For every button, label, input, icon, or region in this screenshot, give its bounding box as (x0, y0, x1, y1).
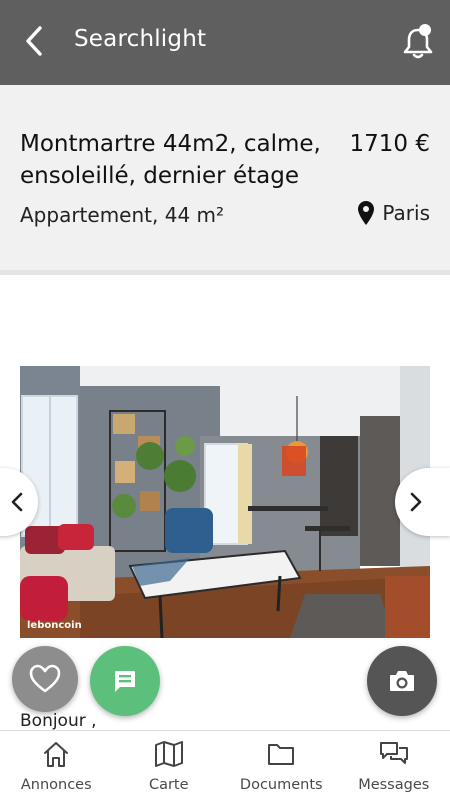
app-title: Searchlight (74, 26, 207, 52)
listing-price: 1710 € (349, 131, 430, 157)
bottom-navigation: Annonces Carte Documents Messages (0, 730, 450, 800)
nav-label-annonces: Annonces (20, 777, 92, 793)
nav-label-documents: Documents (239, 777, 323, 793)
chat-icon (115, 671, 135, 692)
listing-summary: Montmartre 44m2, calme, ensoleillé, dern… (0, 85, 450, 270)
photo-watermark: leboncoin (27, 620, 82, 631)
message-button[interactable] (90, 646, 160, 716)
listing-location: Paris (358, 201, 430, 225)
listing-photo[interactable]: leboncoin (20, 366, 430, 638)
app-header: Searchlight (0, 0, 450, 85)
apartment-photo (20, 366, 430, 638)
listing-type: Appartement, 44 m² (20, 203, 225, 227)
nav-item-carte[interactable]: Carte (113, 731, 226, 800)
location-label: Paris (382, 201, 430, 225)
camera-icon (390, 671, 414, 691)
map-icon (154, 741, 183, 767)
location-pin-icon (358, 201, 375, 225)
listing-title: Montmartre 44m2, calme, ensoleillé, dern… (20, 131, 321, 189)
chevron-right-icon (410, 492, 422, 512)
home-icon (44, 742, 69, 767)
bell-icon[interactable] (398, 22, 438, 62)
nav-label-carte: Carte (148, 777, 189, 793)
chevron-left-icon[interactable] (18, 22, 50, 60)
nav-item-annonces[interactable]: Annonces (0, 731, 113, 800)
messages-icon (379, 742, 408, 764)
nav-item-messages[interactable]: Messages (338, 731, 450, 800)
heart-icon (29, 664, 61, 693)
camera-button[interactable] (367, 646, 437, 716)
description-preview: Bonjour , (20, 711, 97, 731)
folder-icon (268, 744, 295, 765)
favorite-button[interactable] (12, 646, 78, 712)
chevron-left-icon (11, 492, 23, 512)
section-divider (0, 270, 450, 275)
nav-label-messages: Messages (358, 777, 430, 793)
nav-item-documents[interactable]: Documents (225, 731, 338, 800)
